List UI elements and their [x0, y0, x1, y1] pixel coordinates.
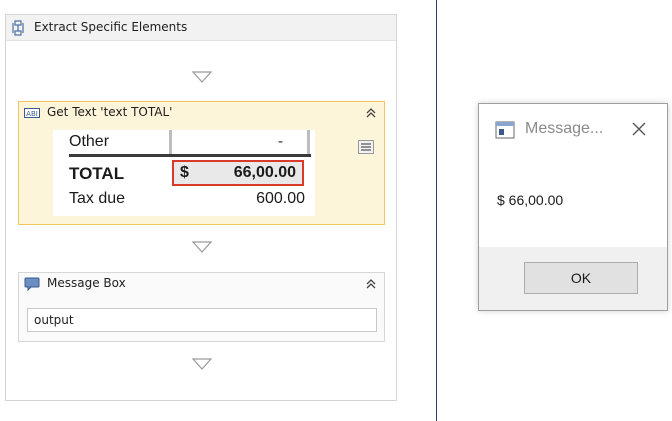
preview-value-other: - — [278, 133, 283, 150]
sequence-header[interactable]: Extract Specific Elements — [6, 15, 396, 41]
svg-text:ABI: ABI — [26, 110, 38, 118]
dialog-footer: OK — [479, 247, 667, 310]
selected-element-highlight[interactable]: $ 66,00.00 — [172, 160, 304, 186]
preview-cell-border — [169, 130, 172, 154]
get-text-icon: ABI — [24, 108, 40, 118]
message-box-activity[interactable]: Message Box output — [18, 272, 385, 342]
message-box-icon — [24, 277, 40, 291]
preview-label-other: Other — [69, 133, 110, 150]
message-box-title: Message Box — [47, 276, 126, 290]
drop-arrow-icon[interactable] — [191, 240, 213, 254]
preview-value-tax: 600.00 — [256, 190, 305, 207]
window-icon — [495, 121, 515, 139]
message-dialog[interactable]: Message... $ 66,00.00 OK — [478, 103, 668, 311]
preview-row-total: TOTAL $ 66,00.00 — [53, 160, 315, 186]
get-text-activity[interactable]: ABI Get Text 'text TOTAL' Other - TOTAL … — [18, 101, 385, 225]
close-icon[interactable] — [629, 119, 649, 139]
get-text-title: Get Text 'text TOTAL' — [47, 105, 173, 119]
collapse-chevron-icon[interactable] — [364, 277, 378, 291]
preview-label-tax: Tax due — [69, 190, 126, 207]
text-input-field[interactable]: output — [27, 308, 377, 332]
drop-arrow-icon[interactable] — [191, 70, 213, 84]
preview-label-total: TOTAL — [69, 164, 125, 183]
dialog-title: Message... — [525, 120, 604, 137]
drop-arrow-icon[interactable] — [191, 357, 213, 371]
sequence-title: Extract Specific Elements — [34, 20, 188, 34]
preview-currency: $ — [180, 164, 189, 181]
ok-button[interactable]: OK — [524, 262, 638, 294]
element-preview: Other - TOTAL $ 66,00.00 Tax due 600.00 — [53, 130, 315, 216]
preview-value-total: 66,00.00 — [233, 164, 296, 181]
get-text-header[interactable]: ABI Get Text 'text TOTAL' — [19, 102, 384, 124]
preview-row-other: Other - — [53, 130, 315, 156]
preview-cell-border — [307, 130, 310, 154]
sequence-container[interactable]: Extract Specific Elements ABI Get Text '… — [5, 14, 397, 401]
collapse-chevron-icon[interactable] — [364, 106, 378, 120]
preview-row-tax: Tax due 600.00 — [53, 188, 315, 214]
menu-icon[interactable] — [358, 140, 374, 154]
sequence-icon — [12, 20, 24, 36]
dialog-message: $ 66,00.00 — [497, 192, 564, 208]
message-box-header[interactable]: Message Box — [19, 273, 384, 295]
panel-divider — [436, 0, 437, 421]
preview-rule — [69, 154, 311, 157]
